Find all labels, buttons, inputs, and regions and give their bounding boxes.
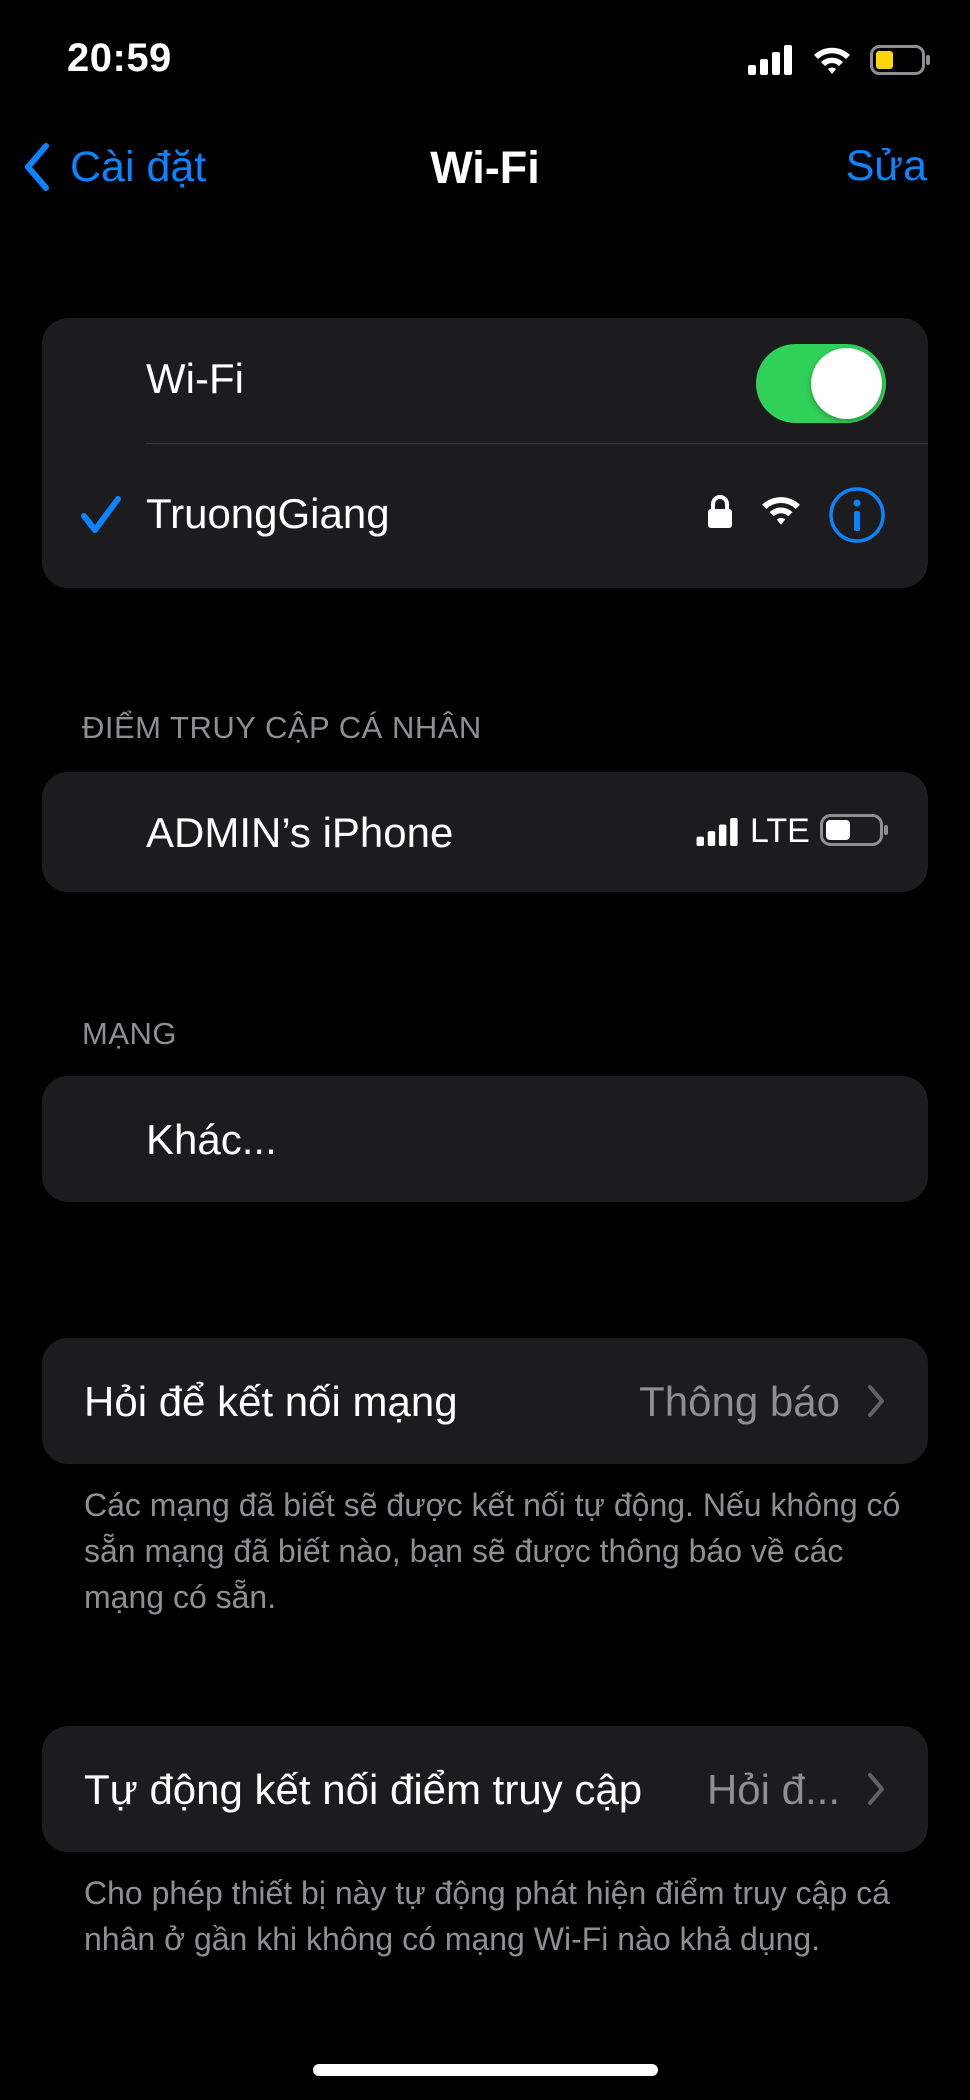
ask-to-join-row[interactable]: Hỏi để kết nối mạng Thông báo xyxy=(42,1338,928,1464)
battery-icon xyxy=(870,45,930,75)
wifi-toggle[interactable] xyxy=(756,344,886,423)
other-network-label: Khác... xyxy=(146,1116,277,1163)
cellular-signal-icon xyxy=(696,818,738,846)
auto-join-hotspot-label: Tự động kết nối điểm truy cập xyxy=(84,1766,643,1813)
networks-card: Khác... xyxy=(42,1076,928,1202)
battery-icon xyxy=(820,814,888,846)
auto-join-hotspot-row[interactable]: Tự động kết nối điểm truy cập Hỏi đ... xyxy=(42,1726,928,1852)
networks-section-header: MẠNG xyxy=(82,1016,177,1051)
wifi-toggle-row: Wi-Fi xyxy=(42,318,928,444)
home-indicator[interactable] xyxy=(313,2064,658,2076)
edit-button[interactable]: Sửa xyxy=(846,142,927,191)
chevron-left-icon xyxy=(25,143,49,191)
cellular-signal-icon xyxy=(748,45,792,75)
wifi-toggle-label: Wi-Fi xyxy=(146,355,244,402)
wifi-status-icon xyxy=(814,47,850,74)
hotspot-device-name: ADMIN’s iPhone xyxy=(146,809,454,856)
info-icon[interactable] xyxy=(828,486,886,544)
auto-join-hotspot-footnote: Cho phép thiết bị này tự động phát hiện … xyxy=(84,1875,890,1957)
back-button-label: Cài đặt xyxy=(70,142,207,191)
wifi-signal-icon xyxy=(762,497,800,525)
connected-network-row[interactable]: TruongGiang xyxy=(42,444,928,588)
back-button[interactable]: Cài đặt xyxy=(22,142,206,192)
auto-join-hotspot-card: Tự động kết nối điểm truy cập Hỏi đ... xyxy=(42,1726,928,1852)
checkmark-icon xyxy=(81,496,121,533)
ask-to-join-label: Hỏi để kết nối mạng xyxy=(84,1378,458,1425)
hotspot-network-type: LTE xyxy=(750,812,810,850)
chevron-right-icon xyxy=(868,1385,884,1417)
other-network-row[interactable]: Khác... xyxy=(42,1076,928,1202)
status-icons xyxy=(748,40,932,80)
toggle-knob xyxy=(811,348,882,419)
lock-icon xyxy=(708,495,732,528)
hotspot-device-row[interactable]: ADMIN’s iPhone LTE xyxy=(42,772,928,892)
ask-to-join-value: Thông báo xyxy=(639,1378,840,1425)
hotspot-card: ADMIN’s iPhone LTE xyxy=(42,772,928,892)
ask-to-join-card: Hỏi để kết nối mạng Thông báo xyxy=(42,1338,928,1464)
hotspot-section-header: ĐIỂM TRUY CẬP CÁ NHÂN xyxy=(82,710,482,745)
auto-join-hotspot-value: Hỏi đ... xyxy=(706,1766,840,1813)
ask-to-join-footnote: Các mạng đã biết sẽ được kết nối tự động… xyxy=(84,1487,901,1615)
network-name: TruongGiang xyxy=(146,490,390,537)
chevron-right-icon xyxy=(868,1773,884,1805)
wifi-card: Wi-Fi TruongGiang xyxy=(42,318,928,588)
status-time: 20:59 xyxy=(67,36,172,80)
